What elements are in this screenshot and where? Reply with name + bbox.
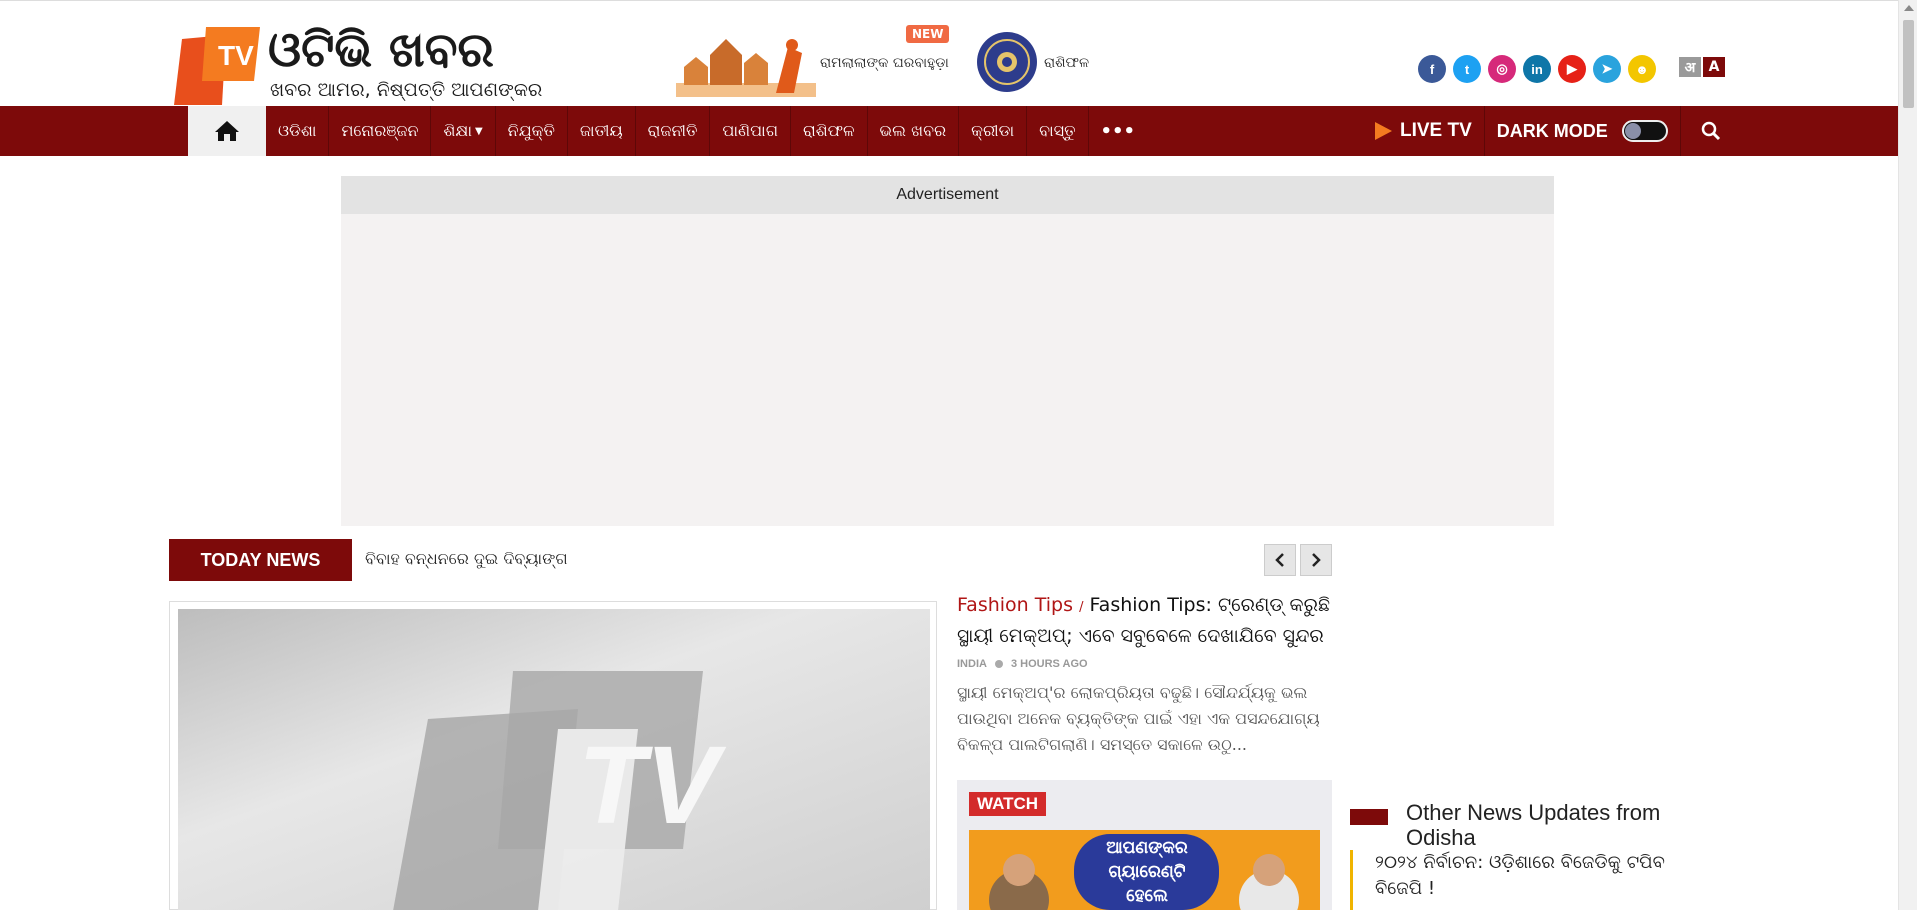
scrollbar-thumb[interactable]: [1903, 20, 1914, 108]
ticker-next-button[interactable]: [1300, 544, 1332, 576]
play-icon: [1375, 122, 1392, 140]
article-description: ସ୍ଥାୟୀ ମେକ୍‌ଅପ୍'ର ଲୋକପ୍ରିୟତା ବଢୁଛି। ସୌନ୍…: [957, 683, 1320, 754]
article-location: INDIA: [957, 658, 987, 670]
chevron-left-icon: [1275, 553, 1284, 567]
font-size-toggle: अ A: [1679, 57, 1725, 77]
section-bar-icon: [1350, 809, 1388, 825]
article-time: 3 HOURS AGO: [1010, 658, 1088, 670]
nav-item-odisha[interactable]: ଓଡିଶା: [266, 106, 330, 156]
font-odia-button[interactable]: अ: [1679, 57, 1701, 77]
home-icon: [215, 121, 239, 141]
linkedin-icon[interactable]: in: [1523, 55, 1551, 83]
new-badge: NEW: [906, 25, 950, 43]
watch-section: WATCH ଆପଣଙ୍କର ଗ୍ୟାରେଣ୍ଟି ହେଲେ: [957, 780, 1332, 910]
advertisement-slot[interactable]: Advertisement: [341, 176, 1554, 526]
article-separator: /: [1079, 600, 1084, 615]
article-card: Fashion Tips / Fashion Tips: ଟ୍ରେଣ୍ଡ୍ କର…: [957, 591, 1332, 758]
today-news-headline[interactable]: ବିବାହ ବନ୍ଧନରେ ଦୁଇ ଦିବ୍ୟାଙ୍ଗ: [365, 549, 568, 569]
other-news-item[interactable]: ୨୦୨୪ ନିର୍ବାଚନ: ଓଡ଼ିଶାରେ ବିଜେଡିକୁ ଟପିବ ବି…: [1350, 850, 1710, 910]
ram-lalla-label: ରାମଲାଲାଙ୍କ ଘରବାହୁଡ଼ା: [820, 55, 949, 71]
nav-item-education[interactable]: ଶିକ୍ଷା ▼: [431, 106, 496, 156]
article-category[interactable]: Fashion Tips: [957, 594, 1073, 616]
svg-text:TV: TV: [218, 40, 254, 71]
instagram-icon[interactable]: ◎: [1488, 55, 1516, 83]
rashifal-label: ରାଶିଫଳ: [1044, 55, 1090, 71]
other-news-title: Other News Updates from Odisha: [1406, 800, 1661, 850]
nav-item-weather[interactable]: ପାଣିପାଗ: [710, 106, 791, 156]
nav-item-national[interactable]: ଜାତୀୟ: [568, 106, 636, 156]
logo-tagline: ଖବର ଆମର, ନିଷ୍ପତ୍ତି ଆପଣଙ୍କର: [270, 79, 543, 101]
nav-more-button[interactable]: •••: [1089, 106, 1148, 156]
ram-lalla-promo[interactable]: NEW ରାମଲାଲାଙ୍କ ଘରବାହୁଡ଼ା: [676, 25, 950, 97]
ticker-prev-button[interactable]: [1264, 544, 1296, 576]
nav-item-horoscope[interactable]: ରାଶିଫଳ: [791, 106, 868, 156]
site-header: TV ଓଟିଭି ଖବର ଖବର ଆମର, ନିଷ୍ପତ୍ତି ଆପଣଙ୍କର …: [0, 0, 1898, 106]
article-meta: INDIA 3 HOURS AGO: [957, 658, 1332, 670]
meta-dot-icon: [994, 660, 1003, 668]
moon-icon: [1624, 123, 1641, 139]
nav-item-education-label: ଶିକ୍ଷା: [443, 121, 472, 140]
watch-video-thumbnail[interactable]: ଆପଣଙ୍କର ଗ୍ୟାରେଣ୍ଟି ହେଲେ: [969, 830, 1320, 910]
live-tv-label: LIVE TV: [1400, 120, 1472, 141]
logo-title: ଓଟିଭି ଖବର: [268, 22, 494, 78]
chevron-right-icon: [1312, 553, 1321, 567]
facebook-icon[interactable]: f: [1418, 55, 1446, 83]
nav-item-sports[interactable]: କ୍ରୀଡା: [959, 106, 1028, 156]
featured-story[interactable]: TV: [169, 601, 937, 910]
nav-item-vastu[interactable]: ବାସ୍ତୁ: [1027, 106, 1089, 156]
rashifal-promo[interactable]: ରାଶିଫଳ: [976, 31, 1116, 95]
youtube-icon[interactable]: ▶: [1558, 55, 1586, 83]
watch-label: WATCH: [969, 792, 1047, 816]
nav-item-politics[interactable]: ରାଜନୀତି: [636, 106, 711, 156]
dark-mode-label: DARK MODE: [1496, 120, 1608, 141]
search-button[interactable]: [1681, 106, 1741, 156]
today-news-label: TODAY NEWS: [169, 539, 352, 581]
today-news-ticker: TODAY NEWS ବିବାହ ବନ୍ଧନରେ ଦୁଇ ଦିବ୍ୟାଙ୍ଗ: [169, 539, 1332, 581]
dark-mode-toggle[interactable]: DARK MODE: [1485, 106, 1681, 156]
article-title[interactable]: Fashion Tips / Fashion Tips: ଟ୍ରେଣ୍ଡ୍ କର…: [957, 591, 1332, 651]
otv-logo-icon: TV: [174, 27, 260, 105]
nav-right: LIVE TV DARK MODE: [1360, 106, 1741, 156]
nav-item-good-news[interactable]: ଭଲ ଖବର: [868, 106, 960, 156]
page-scrollbar[interactable]: [1898, 0, 1917, 910]
caret-down-icon: ▼: [474, 125, 483, 137]
nav-item-entertainment[interactable]: ମନୋରଞ୍ଜନ: [329, 106, 432, 156]
live-tv-button[interactable]: LIVE TV: [1360, 106, 1485, 156]
twitter-icon[interactable]: t: [1453, 55, 1481, 83]
advertisement-label: Advertisement: [341, 176, 1554, 214]
nav-items: ଓଡିଶା ମନୋରଞ୍ଜନ ଶିକ୍ଷା ▼ ନିଯୁକ୍ତି ଜାତୀୟ ର…: [266, 106, 1147, 156]
search-icon: [1701, 121, 1720, 141]
nav-item-jobs[interactable]: ନିଯୁକ୍ତି: [496, 106, 568, 156]
otv-placeholder-icon: TV: [393, 671, 727, 910]
zodiac-wheel-icon: [977, 32, 1037, 92]
site-logo[interactable]: TV ଓଟିଭି ଖବର ଖବର ଆମର, ନିଷ୍ପତ୍ତି ଆପଣଙ୍କର: [168, 21, 548, 105]
snapchat-icon[interactable]: ☻: [1628, 55, 1656, 83]
page: TV ଓଟିଭି ଖବର ଖବର ଆମର, ନିଷ୍ପତ୍ତି ଆପଣଙ୍କର …: [0, 0, 1917, 910]
ram-temple-icon: [676, 39, 816, 97]
scroll-up-arrow-icon[interactable]: [1904, 5, 1914, 11]
dark-mode-switch[interactable]: [1621, 120, 1668, 142]
social-links: f t ◎ in ▶ ➤ ☻: [1418, 55, 1656, 83]
nav-home[interactable]: [188, 106, 266, 156]
main-nav: ଓଡିଶା ମନୋରଞ୍ଜନ ଶିକ୍ଷା ▼ ନିଯୁକ୍ତି ଜାତୀୟ ର…: [0, 106, 1898, 156]
featured-image-placeholder: TV: [178, 609, 930, 910]
telegram-icon[interactable]: ➤: [1593, 55, 1621, 83]
svg-text:TV: TV: [578, 724, 727, 847]
watch-banner-text: ଆପଣଙ୍କର ଗ୍ୟାରେଣ୍ଟି ହେଲେ: [1106, 838, 1188, 906]
font-english-button[interactable]: A: [1703, 57, 1725, 77]
